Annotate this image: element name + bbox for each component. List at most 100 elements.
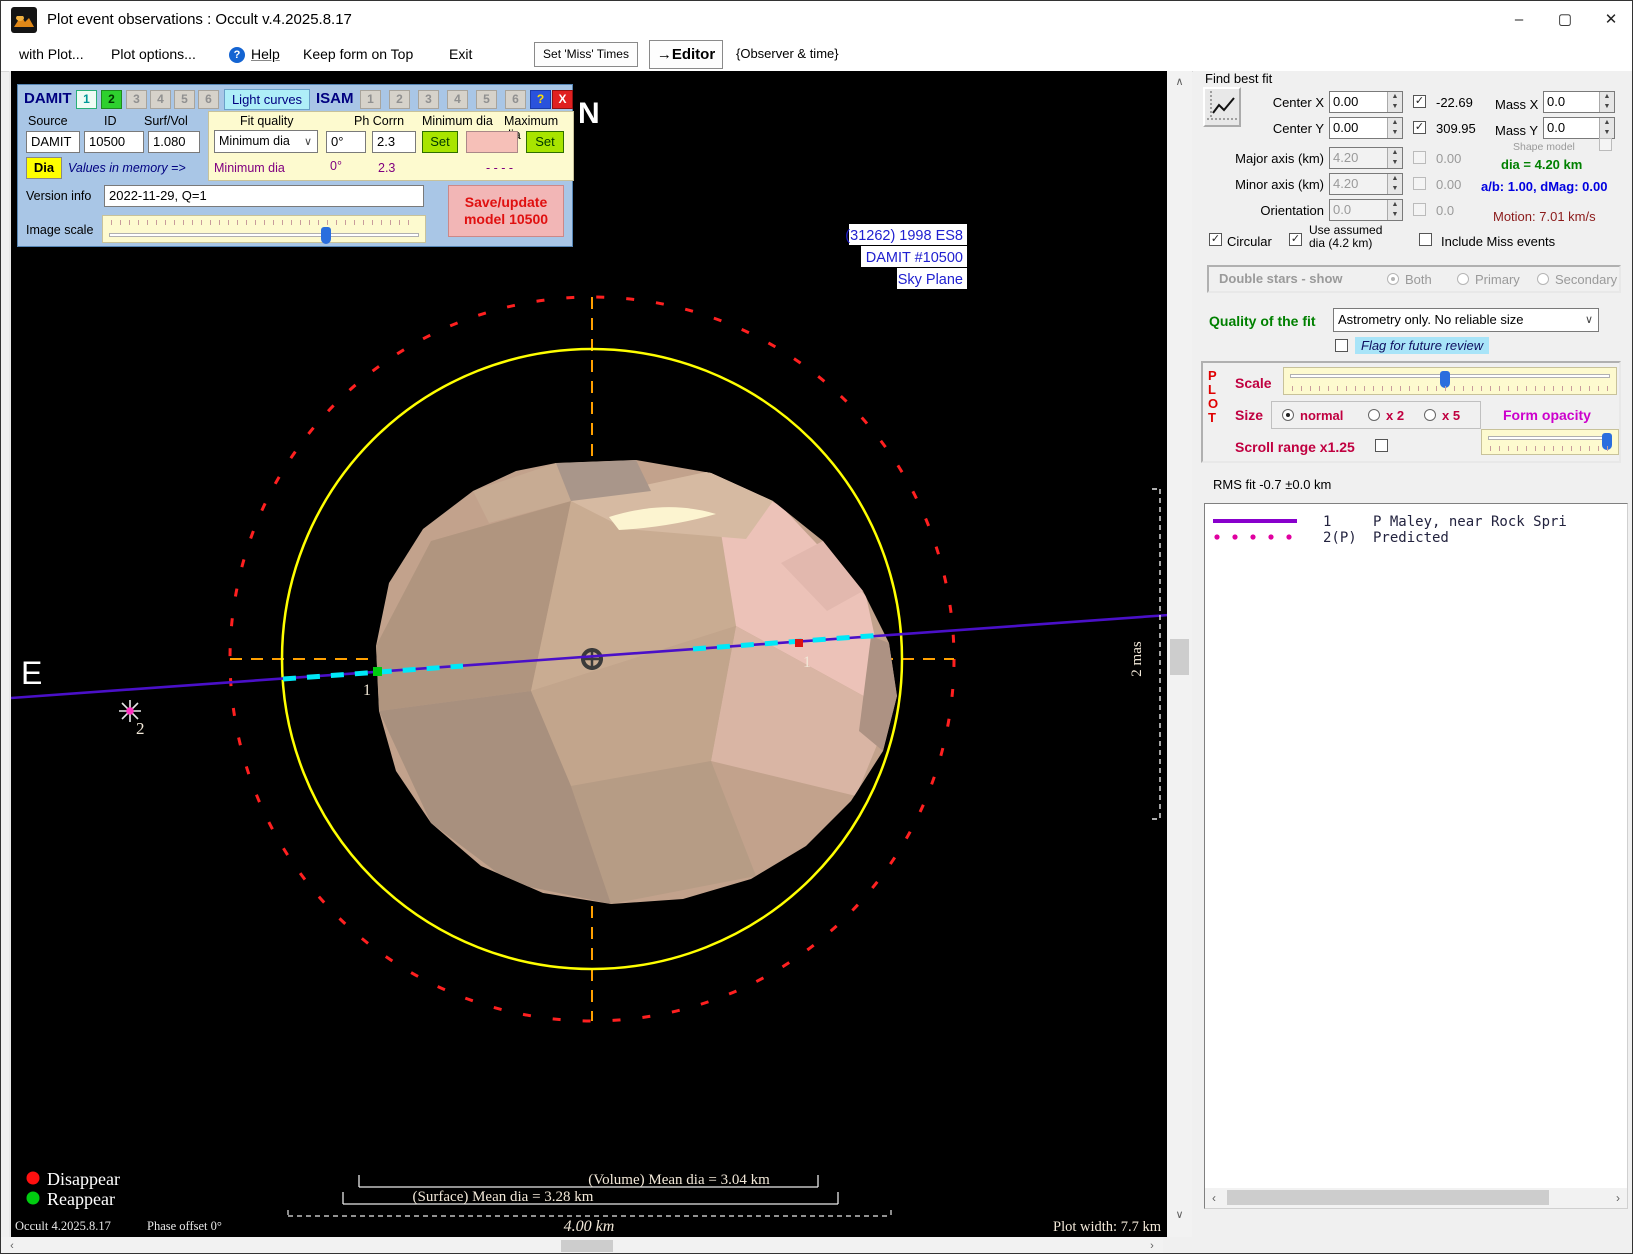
double-stars-group: Double stars - show Both Primary Seconda… (1207, 265, 1621, 293)
scroll-left-arrow[interactable]: ‹ (5, 1240, 19, 1252)
orientation-spinner[interactable]: 0.0▲▼ (1329, 199, 1403, 221)
isam-model-button-6[interactable]: 6 (505, 90, 526, 109)
scroll-left-arrow[interactable]: ‹ (1207, 1191, 1221, 1205)
plot-horizontal-scrollbar[interactable]: ‹ › (1, 1237, 1163, 1254)
spinner-arrows-icon[interactable]: ▲▼ (1387, 174, 1402, 194)
light-curves-button[interactable]: Light curves (224, 89, 310, 110)
vertical-scroll-thumb[interactable] (1170, 639, 1189, 675)
form-opacity-slider[interactable] (1481, 429, 1619, 455)
ph-corrn-box[interactable]: 0° (326, 131, 366, 153)
mass-y-spinner[interactable]: 0.0▲▼ (1543, 117, 1615, 139)
center-x-checkbox[interactable]: ✓ (1413, 95, 1426, 108)
save-update-model-button[interactable]: Save/update model 10500 (448, 185, 564, 237)
isam-model-button-1[interactable]: 1 (360, 90, 381, 109)
center-y-fit-value: 309.95 (1436, 121, 1476, 136)
quality-of-fit-combo[interactable]: Astrometry only. No reliable size∨ (1333, 308, 1599, 332)
shape-model-checkbox[interactable] (1599, 138, 1612, 151)
menu-exit[interactable]: Exit (449, 46, 472, 62)
maximize-button[interactable]: ▢ (1542, 1, 1588, 39)
quality-of-fit-label: Quality of the fit (1209, 313, 1316, 329)
double-secondary-label: Secondary (1555, 272, 1617, 287)
center-y-checkbox[interactable]: ✓ (1413, 121, 1426, 134)
isam-model-button-4[interactable]: 4 (447, 90, 468, 109)
use-assumed-dia-checkbox[interactable]: ✓ (1289, 233, 1302, 246)
center-x-spinner[interactable]: 0.00▲▼ (1329, 91, 1403, 113)
legend-observer-name: P Maley, near Rock Spri (1373, 514, 1567, 530)
damit-model-button-2[interactable]: 2 (101, 90, 122, 109)
minimize-button[interactable]: – (1496, 1, 1542, 39)
minor-axis-checkbox[interactable] (1413, 177, 1426, 190)
form-opacity-label: Form opacity (1503, 407, 1591, 423)
mass-x-spinner[interactable]: 0.0▲▼ (1543, 91, 1615, 113)
plot-scale-slider[interactable] (1283, 367, 1617, 395)
scroll-up-arrow[interactable]: ∧ (1167, 75, 1192, 88)
menu-help[interactable]: Help (251, 46, 280, 62)
editor-button[interactable]: →Editor (649, 40, 723, 69)
legend-scroll-thumb[interactable] (1227, 1190, 1549, 1205)
version-info-box[interactable]: 2022-11-29, Q=1 (104, 185, 424, 207)
size-x5-radio[interactable] (1424, 409, 1436, 421)
spinner-arrows-icon[interactable]: ▲▼ (1599, 92, 1614, 112)
horizontal-scroll-thumb[interactable] (561, 1240, 613, 1252)
menu-plot-options[interactable]: Plot options... (111, 46, 196, 62)
legend-horizontal-scrollbar[interactable]: ‹ › (1205, 1188, 1627, 1208)
surfvol-value-box[interactable]: 1.080 (148, 131, 200, 153)
damit-help-button[interactable]: ? (530, 90, 551, 109)
circular-checkbox[interactable]: ✓ (1209, 233, 1222, 246)
isam-title: ISAM (316, 90, 354, 107)
north-label: N (578, 97, 600, 130)
spinner-arrows-icon[interactable]: ▲▼ (1387, 92, 1402, 112)
flag-review-checkbox[interactable] (1335, 339, 1348, 352)
menu-with-plot[interactable]: with Plot... (19, 46, 84, 62)
isam-model-button-3[interactable]: 3 (418, 90, 439, 109)
orientation-checkbox[interactable] (1413, 203, 1426, 216)
damit-model-button-6[interactable]: 6 (198, 90, 219, 109)
set-maximum-dia-button[interactable]: Set (526, 131, 564, 153)
spinner-arrows-icon[interactable]: ▲▼ (1387, 200, 1402, 220)
include-miss-events-checkbox[interactable] (1419, 233, 1432, 246)
slider-track (1290, 374, 1610, 378)
scroll-right-arrow[interactable]: › (1611, 1191, 1625, 1205)
isam-model-button-2[interactable]: 2 (389, 90, 410, 109)
spinner-arrows-icon[interactable]: ▲▼ (1387, 118, 1402, 138)
damit-close-button[interactable]: X (552, 90, 573, 109)
slider-thumb[interactable] (321, 227, 331, 244)
double-both-radio[interactable] (1387, 273, 1399, 285)
double-primary-radio[interactable] (1457, 273, 1469, 285)
damit-model-button-5[interactable]: 5 (174, 90, 195, 109)
legend-row-1[interactable]: 1 P Maley, near Rock Spri (1205, 514, 1627, 529)
damit-model-button-3[interactable]: 3 (126, 90, 147, 109)
observer-legend-list[interactable]: 1 P Maley, near Rock Spri 2(P) Predicted… (1204, 503, 1628, 1209)
center-y-label: Center Y (1233, 121, 1324, 136)
double-secondary-radio[interactable] (1537, 273, 1549, 285)
spinner-arrows-icon[interactable]: ▲▼ (1387, 148, 1402, 168)
predicted-dots-sample (1211, 533, 1301, 541)
menu-keep-on-top[interactable]: Keep form on Top (303, 46, 413, 62)
id-value-box[interactable]: 10500 (84, 131, 144, 153)
damit-model-button-4[interactable]: 4 (150, 90, 171, 109)
minor-axis-spinner[interactable]: 4.20▲▼ (1329, 173, 1403, 195)
set-minimum-dia-button[interactable]: Set (422, 131, 458, 153)
isam-model-button-5[interactable]: 5 (476, 90, 497, 109)
major-axis-checkbox[interactable] (1413, 151, 1426, 164)
size-x2-radio[interactable] (1368, 409, 1380, 421)
scroll-down-arrow[interactable]: ∨ (1167, 1208, 1192, 1221)
plot-vertical-scrollbar[interactable]: ∧ ∨ (1167, 71, 1192, 1237)
center-y-spinner[interactable]: 0.00▲▼ (1329, 117, 1403, 139)
size-normal-radio[interactable] (1282, 409, 1294, 421)
minimum-dia-box[interactable]: 2.3 (372, 131, 416, 153)
close-button[interactable]: ✕ (1588, 1, 1633, 39)
damit-model-button-1[interactable]: 1 (76, 90, 97, 109)
image-scale-slider[interactable] (102, 215, 426, 243)
scroll-range-checkbox[interactable] (1375, 439, 1388, 452)
maximum-dia-box[interactable] (466, 131, 518, 153)
fit-quality-combo[interactable]: Minimum dia∨ (214, 130, 318, 153)
double-stars-title: Double stars - show (1219, 271, 1343, 286)
dia-button[interactable]: Dia (26, 157, 62, 179)
spinner-arrows-icon[interactable]: ▲▼ (1599, 118, 1614, 138)
scroll-right-arrow[interactable]: › (1145, 1240, 1159, 1252)
legend-row-2[interactable]: 2(P) Predicted (1205, 530, 1627, 545)
major-axis-spinner[interactable]: 4.20▲▼ (1329, 147, 1403, 169)
source-value-box[interactable]: DAMIT (26, 131, 80, 153)
set-miss-times-button[interactable]: Set 'Miss' Times (534, 42, 638, 67)
